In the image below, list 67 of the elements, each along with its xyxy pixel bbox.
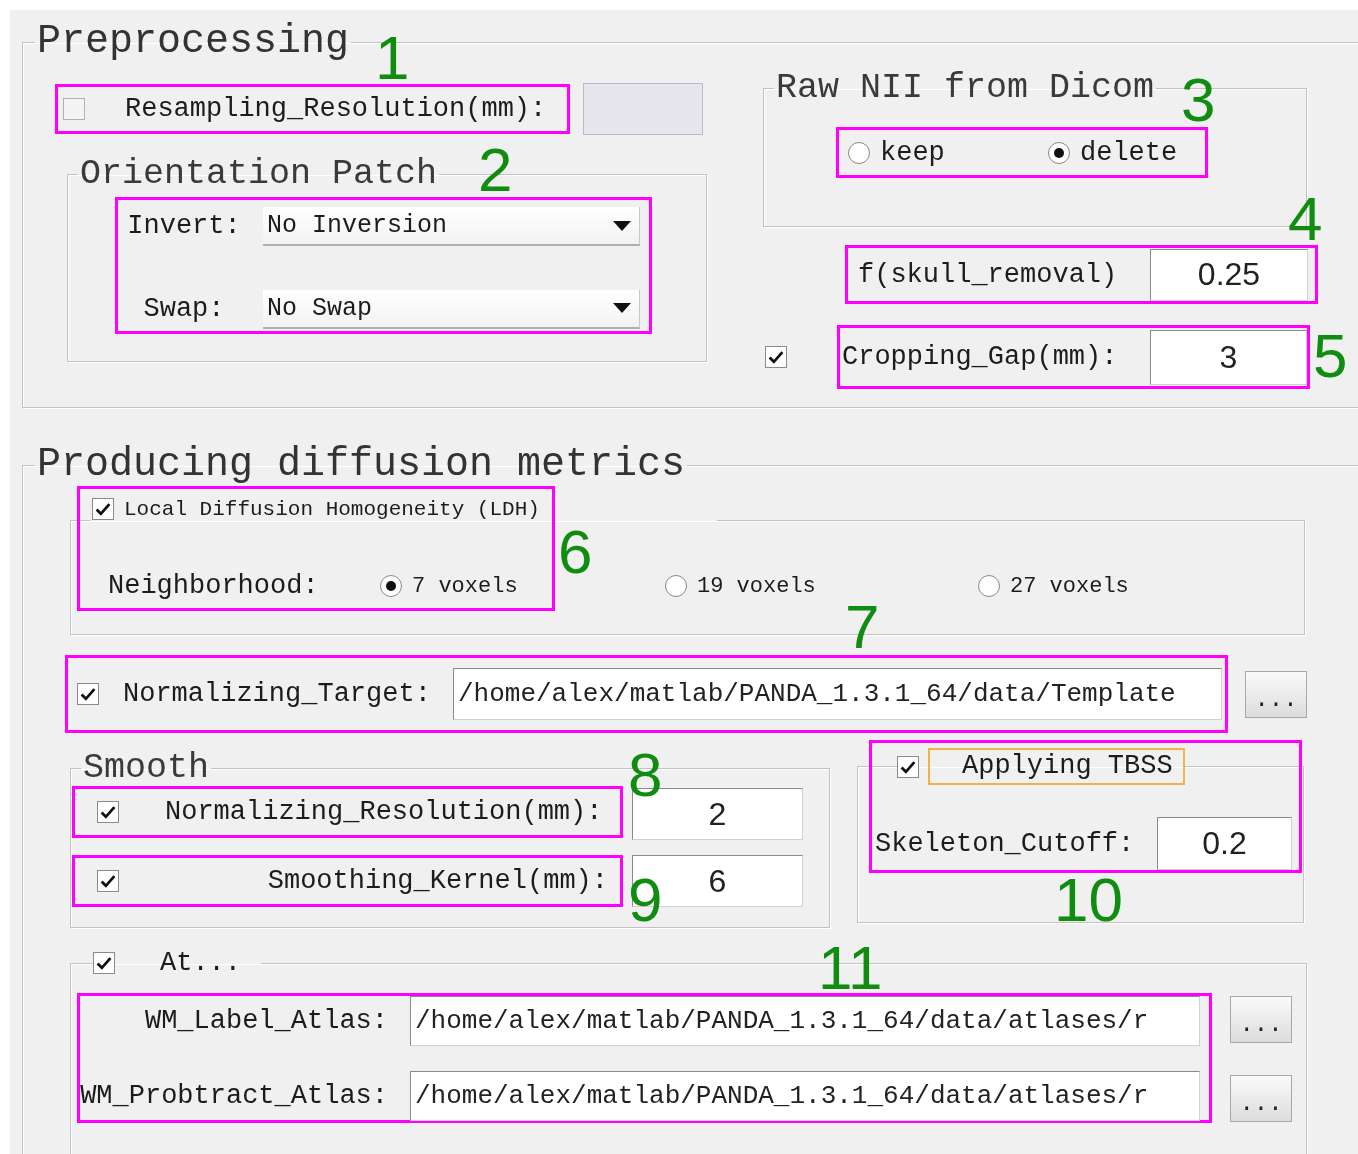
browse-button[interactable]: ... (1230, 1075, 1292, 1122)
check-icon (100, 804, 116, 819)
group-title: Orientation Patch (79, 154, 439, 194)
field-label: Normalizing_Resolution(mm): (165, 796, 603, 827)
field-label: Resampling_Resolution(mm): (125, 94, 547, 124)
field-label: WM_Label_Atlas: (143, 1005, 388, 1038)
radio-button[interactable] (1048, 141, 1070, 164)
option-label[interactable]: keep (880, 137, 945, 168)
annotation-number: 11 (818, 937, 883, 999)
check-icon (96, 956, 112, 970)
field-label: Normalizing_Target: (123, 679, 431, 709)
dropdown[interactable]: No Inversion (263, 207, 640, 246)
group-title: Smooth (82, 748, 211, 788)
checkbox[interactable] (77, 683, 99, 705)
annotation-number: 7 (845, 596, 880, 658)
annotation-number: 6 (558, 521, 593, 583)
section-title: Preprocessing (36, 20, 351, 64)
check-icon (80, 687, 96, 701)
browse-button[interactable]: ... (1230, 996, 1292, 1043)
annotation-number: 4 (1288, 188, 1323, 250)
section-title: Producing diffusion metrics (36, 443, 687, 487)
text-field[interactable]: 0.2 (1157, 817, 1292, 870)
group-title: Raw NII from Dicom (775, 68, 1156, 108)
checkbox[interactable] (93, 952, 115, 974)
radio-button[interactable] (380, 575, 402, 597)
check-icon (768, 350, 784, 364)
annotation-number: 3 (1181, 69, 1216, 131)
checkbox[interactable] (897, 755, 919, 778)
radio-button[interactable] (665, 575, 687, 597)
field-label: Invert: (126, 210, 242, 243)
checkbox[interactable] (765, 346, 787, 368)
checkbox-label[interactable]: Local Diffusion Homogeneity (LDH) (124, 498, 540, 522)
option-label[interactable]: 7 voxels (412, 573, 518, 599)
checkbox-label[interactable]: Applying TBSS (928, 748, 1185, 785)
caret-icon (613, 303, 631, 313)
checkbox[interactable] (97, 870, 119, 892)
path-field[interactable]: /home/alex/matlab/PANDA_1.3.1_64/data/atlases/r (410, 1071, 1200, 1121)
annotation-number: 1 (375, 27, 410, 89)
annotation-number: 5 (1313, 325, 1348, 387)
radio-button[interactable] (848, 141, 870, 164)
checkbox[interactable] (92, 498, 114, 520)
field-label: Skeleton_Cutoff: (875, 828, 1135, 859)
checkbox[interactable] (63, 98, 85, 120)
caret-icon (613, 220, 631, 231)
option-label[interactable]: 19 voxels (697, 573, 816, 599)
field-label: Cropping_Gap(mm): (842, 342, 1118, 372)
radio-button[interactable] (978, 575, 1000, 597)
checkbox[interactable] (97, 800, 119, 823)
field-label: Neighborhood: (108, 571, 320, 601)
text-field[interactable]: 0.25 (1150, 248, 1308, 301)
text-field[interactable]: 3 (1150, 329, 1307, 385)
dropdown[interactable]: No Swap (263, 289, 640, 329)
field-label: WM_Probtract_Atlas: (80, 1080, 388, 1113)
field-label: Swap: (142, 292, 226, 326)
group-title: At... (160, 948, 241, 978)
annotation-number: 2 (478, 139, 513, 201)
check-icon (900, 759, 916, 774)
option-label[interactable]: 27 voxels (1010, 573, 1129, 599)
path-field[interactable]: /home/alex/matlab/PANDA_1.3.1_64/data/Template (453, 668, 1222, 720)
path-field[interactable]: /home/alex/matlab/PANDA_1.3.1_64/data/atlases/r (410, 996, 1200, 1046)
browse-button[interactable]: ... (1245, 670, 1307, 718)
check-icon (100, 874, 116, 888)
field-label: Smoothing_Kernel(mm): (267, 866, 608, 896)
option-label[interactable]: delete (1080, 137, 1178, 168)
annotation-number: 10 (1054, 869, 1123, 931)
field-label: f(skull_removal) (858, 259, 1118, 290)
check-icon (95, 502, 111, 516)
